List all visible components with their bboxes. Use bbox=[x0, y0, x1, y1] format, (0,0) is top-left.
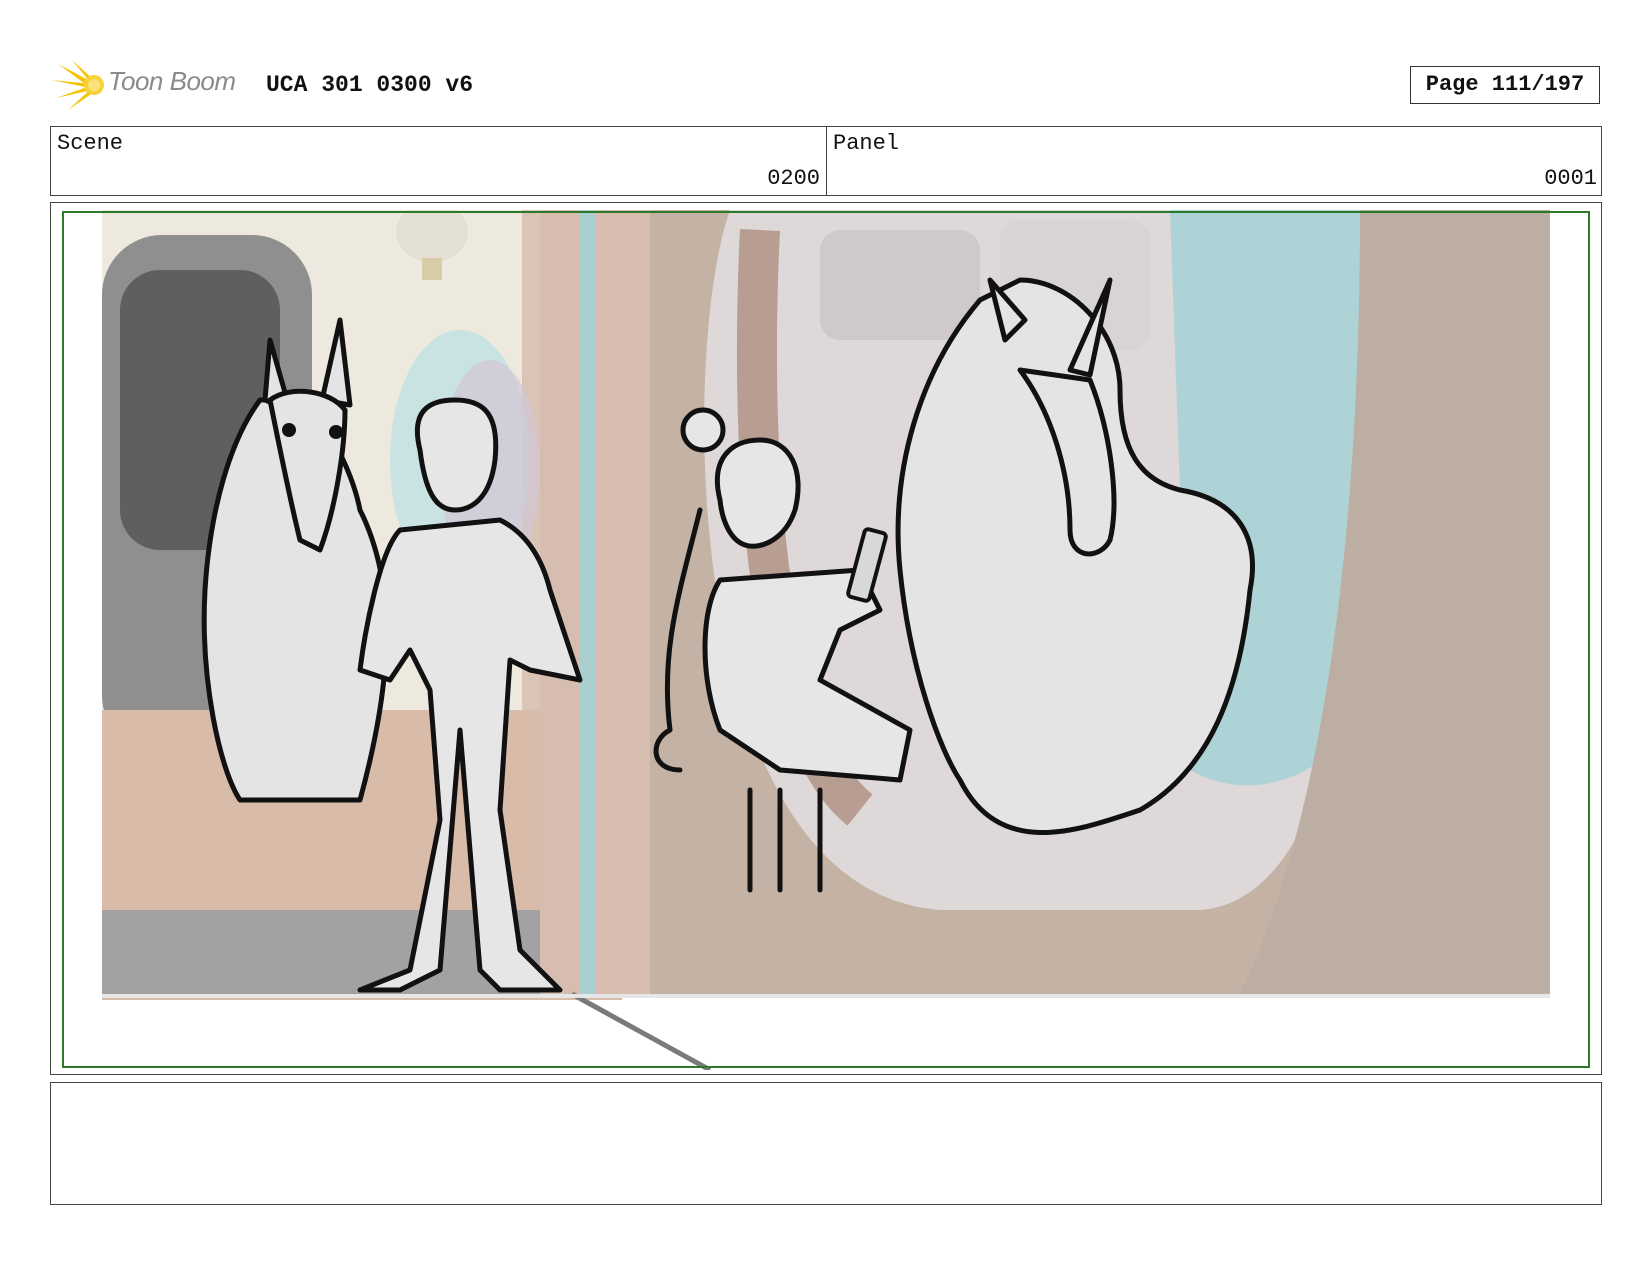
scene-number: 0200 bbox=[767, 166, 820, 191]
panel-number: 0001 bbox=[1544, 166, 1597, 191]
panel-cell: Panel 0001 bbox=[827, 127, 1603, 195]
toon-boom-logo: Toon Boom bbox=[52, 58, 252, 112]
scene-cell: Scene 0200 bbox=[51, 127, 827, 195]
page-indicator: Page 111/197 bbox=[1410, 66, 1600, 104]
scene-label: Scene bbox=[57, 131, 124, 156]
notes-box bbox=[50, 1082, 1602, 1205]
logo-text: Toon Boom bbox=[108, 66, 236, 96]
panel-label: Panel bbox=[833, 131, 900, 156]
sunburst-icon bbox=[52, 60, 104, 110]
scene-panel-header: Scene 0200 Panel 0001 bbox=[50, 126, 1602, 196]
document-title: UCA 301 0300 v6 bbox=[266, 72, 474, 98]
storyboard-image bbox=[60, 210, 1592, 1070]
